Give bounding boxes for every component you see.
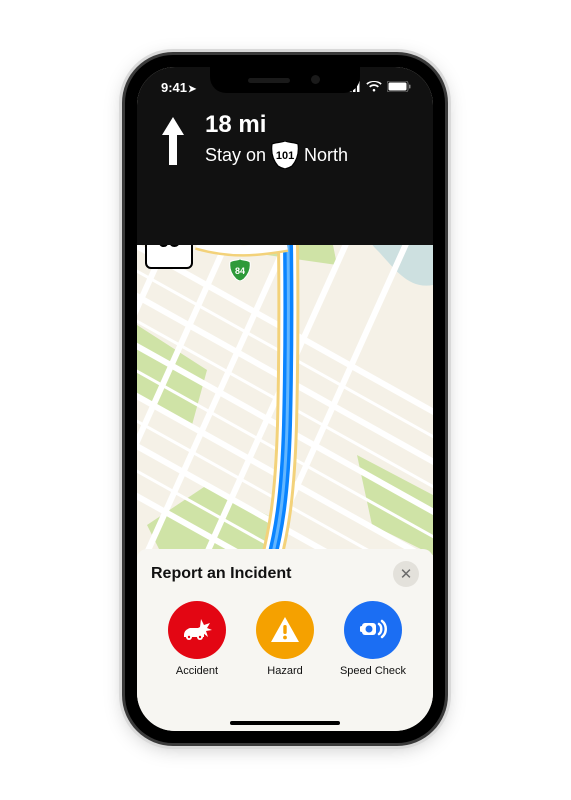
location-services-icon: ➤ (188, 84, 196, 95)
wifi-icon (366, 80, 382, 95)
map-route-shield: 84 (229, 259, 251, 281)
accident-icon (168, 601, 226, 659)
status-time-wrap: 9:41➤ (161, 80, 196, 95)
speed-check-icon (344, 601, 402, 659)
report-incident-sheet: Report an Incident ✕ (137, 549, 433, 731)
incident-accident-button[interactable]: Accident (157, 601, 237, 677)
close-button[interactable]: ✕ (393, 561, 419, 587)
screen: 9:41➤ (137, 67, 433, 731)
status-time: 9:41 (161, 80, 187, 95)
incident-label: Speed Check (333, 665, 413, 677)
nav-instruction: Stay on 101 North (205, 141, 417, 169)
sheet-title: Report an Incident (151, 565, 291, 583)
route-number: 101 (276, 150, 294, 162)
direction-arrow-icon (151, 113, 195, 245)
notch (210, 67, 360, 93)
map-view[interactable]: SPEED LIMIT 65 84 (137, 199, 433, 561)
hazard-icon (256, 601, 314, 659)
battery-icon (387, 80, 411, 95)
nav-instruction-pre: Stay on (205, 145, 266, 166)
incident-hazard-button[interactable]: Hazard (245, 601, 325, 677)
incident-speedcheck-button[interactable]: Speed Check (333, 601, 413, 677)
nav-instruction-post: North (304, 145, 348, 166)
phone-frame: 9:41➤ (125, 55, 445, 743)
home-indicator[interactable] (230, 721, 340, 725)
nav-distance: 18 mi (205, 113, 417, 137)
incident-label: Hazard (245, 665, 325, 677)
phone-power-button (445, 225, 451, 295)
us-route-shield-icon: 101 (270, 141, 300, 169)
map-route-number: 84 (229, 260, 251, 281)
close-icon: ✕ (400, 565, 413, 583)
incident-label: Accident (157, 665, 237, 677)
